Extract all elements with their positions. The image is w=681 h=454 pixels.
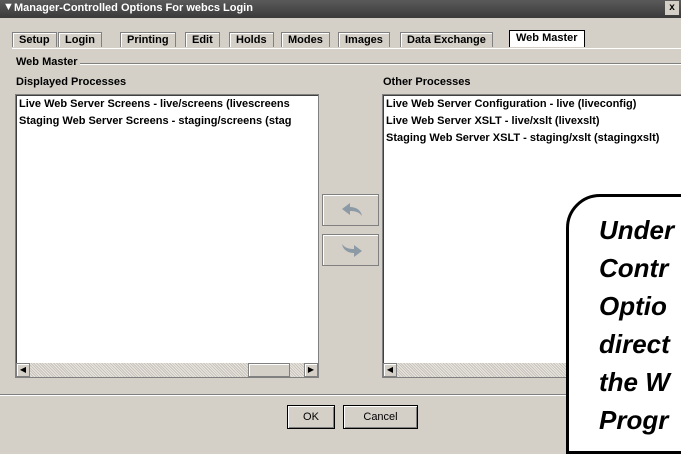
close-button[interactable]: x [665, 1, 679, 15]
tab-data-exchange[interactable]: Data Exchange [400, 32, 493, 47]
curved-arrow-left-icon [342, 203, 362, 216]
displayed-processes-list[interactable]: Live Web Server Screens - live/screens (… [15, 94, 319, 378]
ok-button[interactable]: OK [287, 405, 335, 429]
group-divider [80, 63, 681, 65]
title-bar: ▼ Manager-Controlled Options For webcs L… [0, 0, 681, 18]
scroll-left-icon[interactable]: ◀ [16, 363, 30, 377]
displayed-processes-label: Displayed Processes [16, 76, 127, 88]
move-left-button[interactable] [322, 194, 379, 226]
list-item[interactable]: Live Web Server XSLT - live/xslt (livexs… [386, 115, 600, 127]
window-title: Manager-Controlled Options For webcs Log… [14, 2, 253, 14]
list-item[interactable]: Staging Web Server Screens - staging/scr… [19, 115, 291, 127]
callout-line: the W [599, 367, 670, 397]
tab-images[interactable]: Images [338, 32, 390, 47]
list-item[interactable]: Live Web Server Screens - live/screens (… [19, 98, 290, 110]
scroll-thumb[interactable] [248, 363, 290, 377]
callout-line: Under [599, 215, 675, 245]
tab-setup[interactable]: Setup [12, 32, 57, 47]
annotation-callout: Under Contr Optio direct the W Progr [566, 194, 681, 454]
callout-line: direct [599, 329, 670, 359]
group-label: Web Master [16, 56, 78, 68]
tab-divider [12, 48, 681, 49]
cancel-button[interactable]: Cancel [343, 405, 418, 429]
curved-arrow-right-icon [342, 244, 362, 257]
move-right-button[interactable] [322, 234, 379, 266]
list-item[interactable]: Staging Web Server XSLT - staging/xslt (… [386, 132, 659, 144]
tab-edit[interactable]: Edit [185, 32, 220, 47]
scroll-right-icon[interactable]: ▶ [304, 363, 318, 377]
tab-holds[interactable]: Holds [229, 32, 274, 47]
tab-web-master[interactable]: Web Master [509, 30, 585, 47]
scroll-left-icon[interactable]: ◀ [383, 363, 397, 377]
window-menu-icon[interactable]: ▼ [3, 1, 14, 13]
callout-line: Progr [599, 405, 669, 435]
tab-modes[interactable]: Modes [281, 32, 330, 47]
other-processes-label: Other Processes [383, 76, 471, 88]
horizontal-scrollbar[interactable]: ◀ ▶ [16, 363, 318, 377]
tab-printing[interactable]: Printing [120, 32, 176, 47]
callout-line: Optio [599, 291, 667, 321]
callout-line: Contr [599, 253, 669, 283]
list-item[interactable]: Live Web Server Configuration - live (li… [386, 98, 636, 110]
tab-login[interactable]: Login [58, 32, 102, 47]
